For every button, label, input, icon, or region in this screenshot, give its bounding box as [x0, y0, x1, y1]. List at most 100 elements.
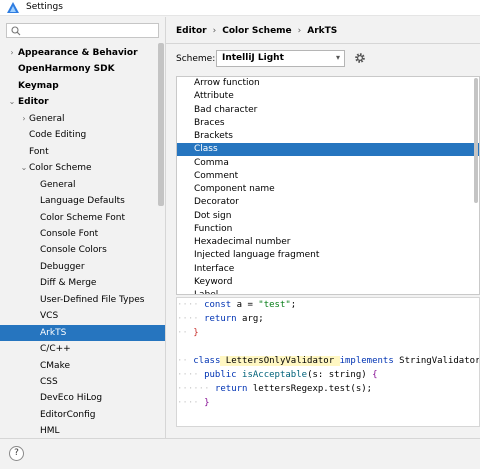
breadcrumb-separator: ›: [297, 26, 302, 36]
tree-item-c-c-[interactable]: C/C++: [0, 341, 165, 357]
title-bar: Settings: [0, 0, 480, 16]
tree-item-general[interactable]: › General: [0, 111, 165, 127]
element-list-item[interactable]: Braces: [177, 117, 479, 130]
tree-item-label: General: [40, 179, 76, 190]
tree-item-user-defined-file-types[interactable]: User-Defined File Types: [0, 292, 165, 308]
element-list-item[interactable]: Decorator: [177, 196, 479, 209]
element-list-item[interactable]: Dot sign: [177, 210, 479, 223]
tree-item-label: CSS: [40, 377, 58, 387]
tree-item-label: Font: [29, 146, 49, 157]
tree-item-label: Keymap: [18, 80, 59, 91]
element-list-item[interactable]: Brackets: [177, 130, 479, 143]
scheme-label: Scheme:: [176, 54, 216, 64]
tree-item-editor[interactable]: ⌄ Editor: [0, 94, 165, 110]
chevron-right-icon[interactable]: ›: [8, 45, 16, 61]
help-button[interactable]: ?: [9, 446, 24, 461]
element-list-item[interactable]: Comma: [177, 157, 479, 170]
tree-item-vcs[interactable]: VCS: [0, 308, 165, 324]
search-input[interactable]: [6, 23, 159, 38]
chevron-down-icon[interactable]: ⌄: [8, 94, 16, 110]
tree-item-label: General: [29, 113, 65, 124]
tree-item-label: Console Font: [40, 228, 99, 239]
settings-tree-panel: › Appearance & Behavior OpenHarmony SDK Key…: [0, 17, 165, 438]
element-list-item[interactable]: Label: [177, 289, 479, 294]
tree-item-label: Color Scheme: [29, 163, 92, 174]
tree-item-diff-merge[interactable]: Diff & Merge: [0, 275, 165, 291]
element-list-item[interactable]: Bad character: [177, 104, 479, 117]
tree-item-label: Console Colors: [40, 245, 107, 256]
tree-item-code-editing[interactable]: Code Editing: [0, 127, 165, 143]
element-list-item[interactable]: Comment: [177, 170, 479, 183]
window-title: Settings: [26, 2, 63, 12]
scheme-value: IntelliJ Light: [222, 53, 284, 63]
element-list-item[interactable]: Attribute: [177, 90, 479, 103]
tree-item-label: VCS: [40, 311, 59, 322]
tree-item-color-scheme-font[interactable]: Color Scheme Font: [0, 210, 165, 226]
tree-item-deveco-hilog[interactable]: DevEco HiLog: [0, 390, 165, 406]
tree-item-appearance-behavior[interactable]: › Appearance & Behavior: [0, 45, 165, 61]
code-line: ···· return arg;: [177, 314, 264, 324]
element-list-item[interactable]: Function: [177, 223, 479, 236]
breadcrumb: Editor › Color Scheme › ArkTS: [176, 26, 337, 36]
tree-item-general[interactable]: General: [0, 177, 165, 193]
color-scheme-panel: Editor › Color Scheme › ArkTS Scheme: Intell…: [166, 17, 480, 438]
breadcrumb-color-scheme: Color Scheme: [222, 26, 292, 36]
element-list-item[interactable]: Injected language fragment: [177, 249, 479, 262]
tree-item-hml[interactable]: HML: [0, 423, 165, 438]
element-list-item[interactable]: Keyword: [177, 276, 479, 289]
code-line: ···· public isAcceptable(s: string) {: [177, 370, 378, 380]
tree-item-label: Diff & Merge: [40, 278, 97, 289]
code-line: ···· }: [177, 398, 210, 408]
tree-item-console-font[interactable]: Console Font: [0, 226, 165, 242]
tree-item-label: ArkTS: [40, 327, 67, 338]
tree-item-label: Appearance & Behavior: [18, 48, 138, 58]
tree-item-label: User-Defined File Types: [40, 294, 145, 305]
tree-item-label: CMake: [40, 360, 70, 371]
code-line: ·· }: [177, 328, 199, 338]
element-list-item[interactable]: Interface: [177, 263, 479, 276]
tree-item-debugger[interactable]: Debugger: [0, 259, 165, 275]
element-list-item[interactable]: Arrow function: [177, 77, 479, 90]
element-list-item[interactable]: Component name: [177, 183, 479, 196]
tree-item-label: HML: [40, 426, 60, 437]
search-icon: [11, 26, 21, 36]
tree-item-language-defaults[interactable]: Language Defaults: [0, 193, 165, 209]
element-list-item[interactable]: Class: [177, 143, 479, 157]
element-list-scrollbar[interactable]: [474, 78, 478, 203]
breadcrumb-editor: Editor: [176, 26, 207, 36]
chevron-right-icon[interactable]: ›: [20, 111, 28, 127]
tree-item-cmake[interactable]: CMake: [0, 358, 165, 374]
breadcrumb-arkts: ArkTS: [307, 26, 338, 36]
element-list: Arrow function Attribute Bad character Brac…: [176, 76, 480, 295]
code-line: ······ return lettersRegexp.test(s);: [177, 384, 373, 394]
tree-item-label: Editor: [18, 97, 49, 108]
tree-item-arkts[interactable]: ArkTS: [0, 324, 165, 341]
tree-item-label: Code Editing: [29, 130, 87, 141]
tree-item-label: C/C++: [40, 344, 71, 355]
chevron-down-icon[interactable]: ⌄: [20, 160, 28, 176]
gear-icon[interactable]: [354, 52, 366, 64]
scheme-dropdown[interactable]: IntelliJ Light ▾: [216, 50, 345, 67]
chevron-down-icon: ▾: [335, 53, 340, 62]
bottom-bar: ?: [0, 438, 480, 469]
code-line: ···· const a = "test";: [177, 300, 297, 310]
tree-item-label: OpenHarmony SDK: [18, 64, 115, 75]
tree-item-label: EditorConfig: [40, 409, 96, 420]
tree-item-label: Color Scheme Font: [40, 212, 126, 223]
code-preview: ···· const a = "test"; ···· return arg; …: [176, 297, 480, 427]
tree-item-console-colors[interactable]: Console Colors: [0, 242, 165, 258]
tree-item-label: Debugger: [40, 261, 85, 272]
header-divider: [166, 43, 480, 44]
tree-scrollbar[interactable]: [158, 43, 164, 206]
tree-item-label: Language Defaults: [40, 196, 125, 207]
app-logo-icon: [7, 2, 19, 13]
element-list-item[interactable]: Hexadecimal number: [177, 236, 479, 249]
tree-item-css[interactable]: CSS: [0, 374, 165, 390]
tree-item-openharmony-sdk[interactable]: OpenHarmony SDK: [0, 61, 165, 77]
tree-item-keymap[interactable]: Keymap: [0, 78, 165, 94]
tree-item-font[interactable]: Font: [0, 144, 165, 160]
breadcrumb-separator: ›: [212, 26, 217, 36]
tree-item-editorconfig[interactable]: EditorConfig: [0, 407, 165, 423]
tree-item-color-scheme[interactable]: ⌄ Color Scheme: [0, 160, 165, 176]
tree-item-label: DevEco HiLog: [40, 393, 103, 404]
